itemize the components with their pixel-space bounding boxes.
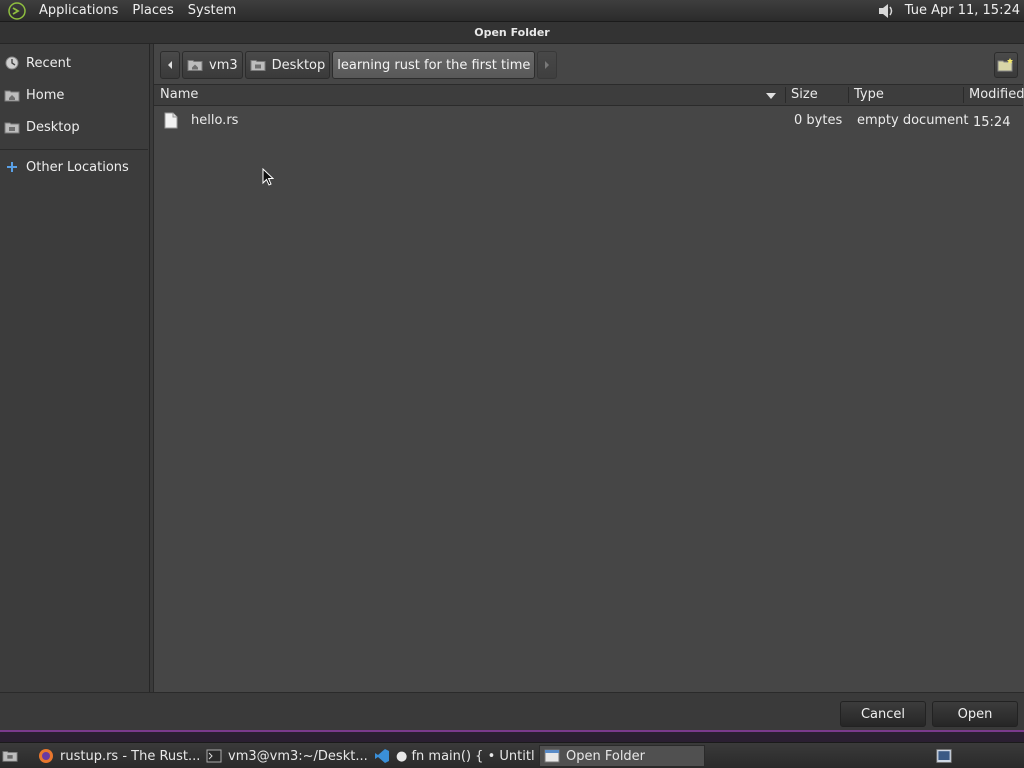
workspace-icon (936, 748, 952, 764)
sort-descending-icon[interactable] (766, 93, 776, 99)
sidebar-item-other-locations[interactable]: Other Locations (4, 156, 129, 178)
dialog-title: Open Folder (0, 22, 1024, 44)
plus-icon (4, 160, 20, 174)
home-folder-icon (4, 88, 20, 102)
sidebar-item-label: Other Locations (26, 159, 129, 175)
column-type[interactable]: Type (854, 87, 884, 102)
sidebar-item-recent[interactable]: Recent (4, 52, 71, 74)
desktop-folder-icon (4, 120, 20, 134)
taskbar-item-vscode[interactable]: ● fn main() { • Untitl... (374, 745, 534, 767)
places-sidebar: Recent Home Desktop Other Locations (0, 44, 150, 692)
terminal-icon (206, 748, 222, 764)
path-segment-vm3[interactable]: vm3 (182, 51, 243, 79)
document-icon (164, 112, 178, 133)
taskbar-item-firefox[interactable]: rustup.rs - The Rust... (38, 745, 200, 767)
sidebar-item-label: Desktop (26, 119, 80, 135)
cancel-button[interactable]: Cancel (840, 701, 926, 727)
sidebar-item-label: Home (26, 87, 65, 103)
window-icon (544, 748, 560, 764)
file-browser: vm3 Desktop learning rust for the first … (153, 44, 1024, 692)
clock[interactable]: Tue Apr 11, 15:24 (905, 3, 1020, 18)
task-label: rustup.rs - The Rust... (60, 748, 200, 764)
column-modified[interactable]: Modified (969, 87, 1024, 102)
sidebar-item-home[interactable]: Home (4, 84, 64, 106)
path-segment-label: vm3 (209, 57, 238, 73)
sidebar-item-label: Recent (26, 55, 71, 71)
taskbar-item-terminal[interactable]: vm3@vm3:~/Deskt... (206, 745, 368, 767)
system-menu[interactable]: System (181, 3, 243, 18)
column-size[interactable]: Size (791, 87, 818, 102)
taskbar-item-open-folder[interactable]: Open Folder (539, 745, 705, 767)
new-folder-icon (997, 58, 1013, 72)
chevron-left-icon (168, 61, 172, 69)
sidebar-item-desktop[interactable]: Desktop (4, 116, 80, 138)
file-modified: 15:24 (973, 115, 1011, 130)
file-size: 0 bytes (794, 113, 843, 128)
file-type: empty document (857, 113, 969, 128)
applications-menu[interactable]: Applications (32, 3, 125, 18)
show-desktop-button[interactable] (2, 745, 28, 767)
places-menu[interactable]: Places (125, 3, 180, 18)
top-panel: Applications Places System Tue Apr 11, 1… (0, 0, 1024, 22)
mate-logo-icon[interactable] (8, 1, 26, 20)
desktop-folder-icon (250, 60, 266, 71)
path-segment-label: learning rust for the first time (337, 57, 531, 73)
file-name: hello.rs (191, 113, 239, 128)
path-segment-desktop[interactable]: Desktop (244, 51, 331, 79)
show-desktop-icon (2, 748, 18, 764)
column-name[interactable]: Name (160, 87, 198, 102)
chevron-right-icon (545, 61, 550, 69)
task-label: ● fn main() { • Untitl... (396, 748, 534, 764)
open-button[interactable]: Open (932, 701, 1018, 727)
vscode-icon (374, 748, 390, 764)
bottom-taskbar: rustup.rs - The Rust... vm3@vm3:~/Deskt.… (0, 742, 1024, 768)
volume-icon[interactable] (875, 2, 897, 20)
task-label: Open Folder (566, 748, 646, 764)
file-row[interactable]: hello.rs 0 bytes empty document 15:24 (154, 110, 1023, 132)
home-folder-icon (187, 60, 203, 71)
firefox-icon (38, 748, 54, 764)
path-forward-button[interactable] (537, 51, 558, 79)
task-label: vm3@vm3:~/Deskt... (228, 748, 368, 764)
path-segment-label: Desktop (271, 57, 326, 73)
dialog-action-area: Cancel Open (0, 692, 1024, 730)
background-window-statusbar (0, 730, 1024, 742)
column-header: Name Size Type Modified (154, 84, 1024, 106)
create-folder-button[interactable] (994, 52, 1018, 78)
path-segment-current[interactable]: learning rust for the first time (332, 51, 536, 79)
path-bar: vm3 Desktop learning rust for the first … (160, 51, 559, 79)
workspace-switcher[interactable] (936, 745, 958, 767)
recent-icon (4, 56, 20, 70)
path-back-button[interactable] (160, 51, 180, 79)
sidebar-divider (0, 149, 148, 150)
mouse-pointer-icon (262, 168, 274, 186)
